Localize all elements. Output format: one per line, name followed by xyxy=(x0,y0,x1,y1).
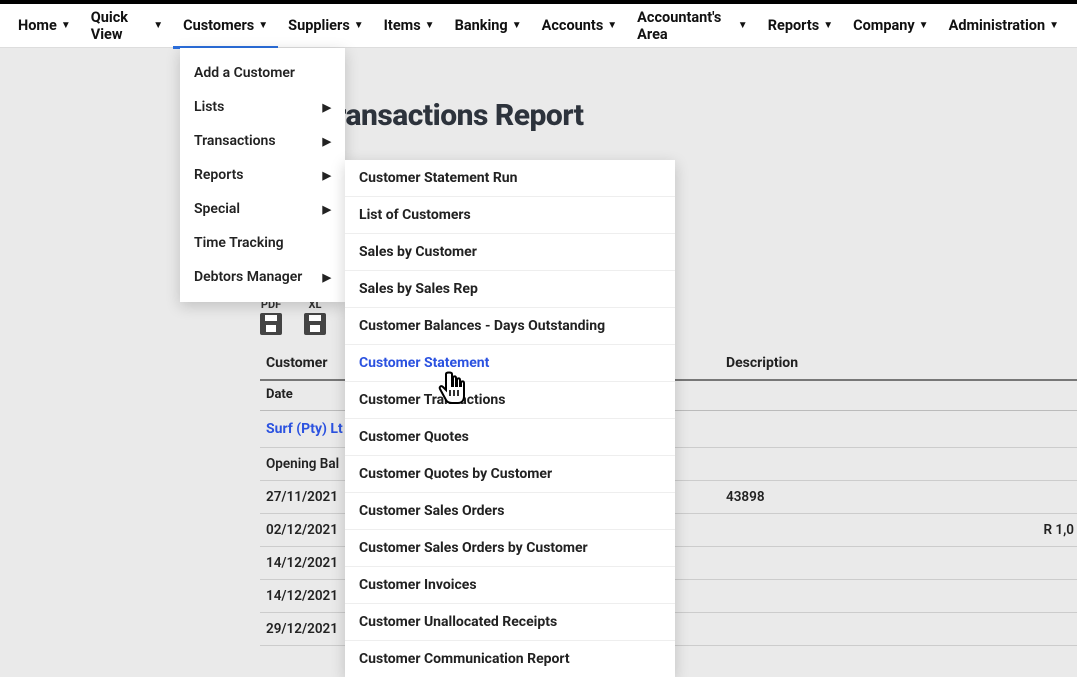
menu-administration[interactable]: Administration ▼ xyxy=(939,4,1069,48)
menu-label: Administration xyxy=(949,17,1046,34)
sm-customer-quotes[interactable]: Customer Quotes xyxy=(345,419,675,456)
dd-time-tracking[interactable]: Time Tracking xyxy=(180,226,345,260)
caret-down-icon: ▼ xyxy=(425,20,435,31)
sm-customer-unallocated-receipts[interactable]: Customer Unallocated Receipts xyxy=(345,604,675,641)
customers-dropdown: Add a Customer Lists ▶ Transactions ▶ Re… xyxy=(180,48,345,302)
menu-banking[interactable]: Banking ▼ xyxy=(445,4,532,48)
dd-reports[interactable]: Reports ▶ xyxy=(180,158,345,192)
dd-label: Lists xyxy=(194,99,224,115)
sm-customer-statement-run[interactable]: Customer Statement Run xyxy=(345,160,675,197)
col-description: Description xyxy=(720,347,990,379)
menu-items[interactable]: Items ▼ xyxy=(374,4,445,48)
menu-suppliers[interactable]: Suppliers ▼ xyxy=(278,4,374,48)
sm-list-of-customers[interactable]: List of Customers xyxy=(345,197,675,234)
dd-label: Add a Customer xyxy=(194,65,295,81)
menu-reports[interactable]: Reports ▼ xyxy=(758,4,843,48)
caret-down-icon: ▼ xyxy=(1049,20,1059,31)
page-title: mer Transactions Report xyxy=(260,98,1077,133)
dd-label: Reports xyxy=(194,167,244,183)
caret-down-icon: ▼ xyxy=(738,20,748,31)
dd-label: Time Tracking xyxy=(194,235,284,251)
menu-home[interactable]: Home ▼ xyxy=(8,4,81,48)
dd-add-customer[interactable]: Add a Customer xyxy=(180,56,345,90)
dd-debtors-manager[interactable]: Debtors Manager ▶ xyxy=(180,260,345,294)
menu-accounts[interactable]: Accounts ▼ xyxy=(532,4,628,48)
caret-down-icon: ▼ xyxy=(258,20,268,31)
caret-down-icon: ▼ xyxy=(512,20,522,31)
menu-label: Reports xyxy=(768,17,819,34)
sm-customer-communication-report[interactable]: Customer Communication Report xyxy=(345,641,675,677)
main-menubar: Home ▼ Quick View ▼ Customers ▼ Supplier… xyxy=(0,4,1077,48)
save-icon xyxy=(260,313,282,335)
menu-company[interactable]: Company ▼ xyxy=(843,4,938,48)
cell-desc xyxy=(720,547,990,579)
caret-down-icon: ▼ xyxy=(919,20,929,31)
dd-lists[interactable]: Lists ▶ xyxy=(180,90,345,124)
sm-customer-sales-orders[interactable]: Customer Sales Orders xyxy=(345,493,675,530)
cell-amount xyxy=(990,580,1077,612)
reports-submenu: Customer Statement Run List of Customers… xyxy=(345,160,675,677)
menu-quick-view[interactable]: Quick View ▼ xyxy=(81,4,173,48)
chevron-right-icon: ▶ xyxy=(323,203,331,216)
sm-customer-sales-orders-by-customer[interactable]: Customer Sales Orders by Customer xyxy=(345,530,675,567)
cell-desc xyxy=(720,580,990,612)
export-xl-button[interactable]: XL xyxy=(304,298,326,335)
chevron-right-icon: ▶ xyxy=(323,101,331,114)
dd-label: Transactions xyxy=(194,133,276,149)
menu-customers[interactable]: Customers ▼ xyxy=(173,4,278,48)
menu-label: Accountant's Area xyxy=(637,9,734,43)
cell-amount: R 1,0 xyxy=(990,514,1077,546)
menu-label: Quick View xyxy=(91,9,149,43)
menu-label: Items xyxy=(384,17,421,34)
dd-label: Debtors Manager xyxy=(194,269,302,285)
sm-sales-by-customer[interactable]: Sales by Customer xyxy=(345,234,675,271)
menu-label: Banking xyxy=(455,17,508,34)
caret-down-icon: ▼ xyxy=(354,20,364,31)
col-amount xyxy=(990,347,1077,379)
menu-label: Home xyxy=(18,17,57,34)
menu-label: Accounts xyxy=(542,17,604,34)
dd-transactions[interactable]: Transactions ▶ xyxy=(180,124,345,158)
save-icon xyxy=(304,313,326,335)
dd-special[interactable]: Special ▶ xyxy=(180,192,345,226)
cell-desc: 43898 xyxy=(720,481,990,513)
chevron-right-icon: ▶ xyxy=(323,135,331,148)
cell-desc xyxy=(720,613,990,645)
chevron-right-icon: ▶ xyxy=(323,271,331,284)
caret-down-icon: ▼ xyxy=(153,20,163,31)
sm-customer-quotes-by-customer[interactable]: Customer Quotes by Customer xyxy=(345,456,675,493)
cell-amount xyxy=(990,547,1077,579)
export-pdf-button[interactable]: PDF xyxy=(260,298,282,335)
sm-customer-statement[interactable]: Customer Statement xyxy=(345,345,675,382)
menu-label: Customers xyxy=(183,17,254,34)
menu-label: Suppliers xyxy=(288,17,350,34)
caret-down-icon: ▼ xyxy=(607,20,617,31)
cell-amount xyxy=(990,613,1077,645)
cell-desc xyxy=(720,514,990,546)
dd-label: Special xyxy=(194,201,240,217)
caret-down-icon: ▼ xyxy=(61,20,71,31)
sm-customer-invoices[interactable]: Customer Invoices xyxy=(345,567,675,604)
cell-amount xyxy=(990,481,1077,513)
caret-down-icon: ▼ xyxy=(823,20,833,31)
menu-label: Company xyxy=(853,17,915,34)
menu-accountants-area[interactable]: Accountant's Area ▼ xyxy=(627,4,758,48)
sm-customer-transactions[interactable]: Customer Transactions xyxy=(345,382,675,419)
sm-customer-balances[interactable]: Customer Balances - Days Outstanding xyxy=(345,308,675,345)
sm-sales-by-sales-rep[interactable]: Sales by Sales Rep xyxy=(345,271,675,308)
chevron-right-icon: ▶ xyxy=(323,169,331,182)
